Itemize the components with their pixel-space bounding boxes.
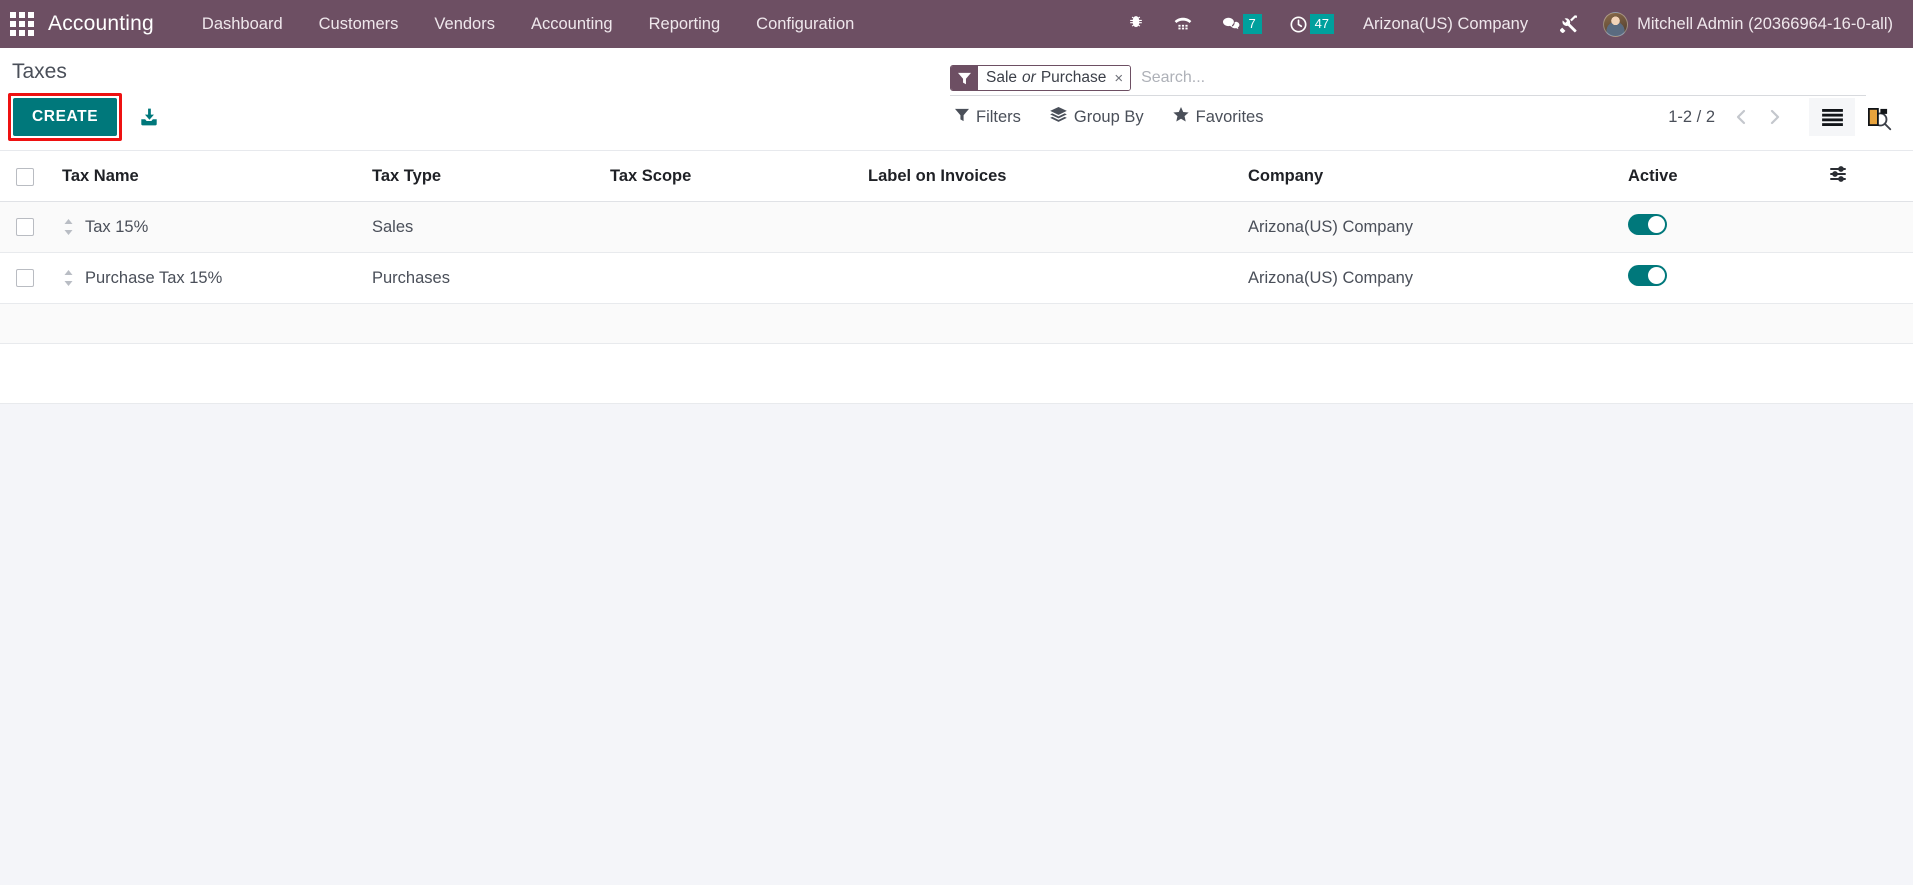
dialpad-icon[interactable]: [1159, 0, 1207, 48]
chevron-left-icon[interactable]: [1725, 105, 1757, 129]
active-toggle[interactable]: [1628, 265, 1667, 286]
cell-tax-name[interactable]: Purchase Tax 15%: [62, 252, 372, 304]
avatar: [1603, 11, 1629, 37]
activities-clock-icon[interactable]: 47: [1275, 0, 1347, 48]
star-icon: [1172, 106, 1189, 128]
messages-icon[interactable]: 7: [1207, 0, 1275, 48]
chevron-right-icon[interactable]: [1759, 105, 1791, 129]
list-view: Tax Name Tax Type Tax Scope Label on Inv…: [0, 151, 1913, 404]
search-input[interactable]: [1131, 66, 1866, 90]
filter-funnel-icon: [955, 108, 969, 127]
header-label-on-invoices[interactable]: Label on Invoices: [868, 151, 1248, 202]
header-active[interactable]: Active: [1628, 151, 1828, 202]
menu-customers[interactable]: Customers: [301, 0, 417, 48]
cell-label-on-invoices[interactable]: [868, 201, 1248, 253]
pager-and-views: 1-2 / 2: [1668, 98, 1901, 136]
tools-wrench-icon[interactable]: [1544, 0, 1593, 48]
table-filler-row: [0, 303, 1913, 344]
table-row[interactable]: Tax 15% Sales Arizona(US) Company: [0, 201, 1913, 253]
cell-tax-scope[interactable]: [610, 201, 868, 253]
cell-tax-type[interactable]: Sales: [372, 201, 610, 253]
cell-company[interactable]: Arizona(US) Company: [1248, 252, 1628, 304]
menu-dashboard[interactable]: Dashboard: [184, 0, 301, 48]
pager-counter: 1-2 / 2: [1668, 107, 1715, 126]
table-header-row: Tax Name Tax Type Tax Scope Label on Inv…: [0, 151, 1913, 202]
page-title: Taxes: [12, 60, 67, 83]
select-all-checkbox[interactable]: [16, 167, 34, 186]
filters-button[interactable]: Filters: [955, 108, 1021, 127]
create-button-highlight: CREATE: [8, 93, 123, 141]
drag-handle-icon[interactable]: [62, 270, 75, 286]
cell-row-options: [1828, 201, 1913, 253]
header-company[interactable]: Company: [1248, 151, 1628, 202]
user-name-label: Mitchell Admin (20366964-16-0-all): [1637, 14, 1893, 33]
cell-active: [1628, 201, 1828, 253]
column-options-icon[interactable]: [1828, 166, 1848, 187]
header-tax-scope[interactable]: Tax Scope: [610, 151, 868, 202]
row-checkbox[interactable]: [16, 218, 34, 237]
control-panel: Taxes Sale or Purchase × CREATE: [0, 48, 1913, 151]
kanban-icon[interactable]: [1855, 98, 1901, 136]
drag-handle-icon[interactable]: [62, 219, 75, 235]
user-menu[interactable]: Mitchell Admin (20366964-16-0-all): [1593, 11, 1899, 37]
select-all-cell: [0, 151, 62, 202]
cell-tax-name[interactable]: Tax 15%: [62, 201, 372, 253]
header-tax-type[interactable]: Tax Type: [372, 151, 610, 202]
facet-prefix: Sale: [986, 69, 1018, 86]
cell-tax-name-value: Tax 15%: [85, 217, 149, 236]
active-toggle[interactable]: [1628, 214, 1667, 235]
company-switcher[interactable]: Arizona(US) Company: [1347, 15, 1544, 34]
favorites-button[interactable]: Favorites: [1172, 106, 1264, 128]
filters-label: Filters: [976, 107, 1021, 126]
menu-configuration[interactable]: Configuration: [738, 0, 872, 48]
app-brand-accounting[interactable]: Accounting: [44, 12, 184, 36]
row-select-cell: [0, 201, 62, 253]
facet-suffix: Purchase: [1040, 69, 1107, 86]
searchview: Sale or Purchase ×: [950, 65, 1866, 96]
row-checkbox[interactable]: [16, 269, 34, 288]
group-by-button[interactable]: Group By: [1050, 107, 1144, 127]
list-icon[interactable]: [1809, 98, 1855, 136]
menu-accounting[interactable]: Accounting: [513, 0, 631, 48]
layers-icon: [1050, 107, 1067, 127]
control-panel-bottom-row: CREATE Filters Group By Favorites 1-2 / …: [0, 93, 1913, 150]
apps-grid-icon[interactable]: [0, 0, 44, 48]
cell-tax-name-value: Purchase Tax 15%: [85, 268, 223, 287]
facet-conjunction: or: [1022, 69, 1036, 86]
navbar-systray: 7 47 Arizona(US) Company Mitchell Admin …: [1113, 0, 1913, 48]
column-options-cell: [1828, 151, 1913, 202]
header-tax-name[interactable]: Tax Name: [62, 151, 372, 202]
cell-tax-type[interactable]: Purchases: [372, 252, 610, 304]
close-icon[interactable]: ×: [1111, 70, 1123, 87]
cell-label-on-invoices[interactable]: [868, 252, 1248, 304]
taxes-table: Tax Name Tax Type Tax Scope Label on Inv…: [0, 151, 1913, 404]
cell-tax-scope[interactable]: [610, 252, 868, 304]
table-tail-row: [0, 343, 1913, 404]
menu-reporting[interactable]: Reporting: [631, 0, 739, 48]
filter-funnel-icon: [951, 66, 978, 90]
search-dropdown-buttons: Filters Group By Favorites: [955, 106, 1264, 128]
import-icon[interactable]: [138, 106, 160, 128]
top-navbar: Accounting Dashboard Customers Vendors A…: [0, 0, 1913, 48]
menu-vendors[interactable]: Vendors: [416, 0, 513, 48]
table-row[interactable]: Purchase Tax 15% Purchases Arizona(US) C…: [0, 252, 1913, 304]
view-switcher: [1809, 98, 1901, 136]
cell-active: [1628, 252, 1828, 304]
create-button[interactable]: CREATE: [13, 98, 118, 136]
search-facet-label: Sale or Purchase ×: [978, 66, 1131, 90]
cell-row-options: [1828, 252, 1913, 304]
row-select-cell: [0, 252, 62, 304]
favorites-label: Favorites: [1195, 107, 1264, 126]
activities-badge: 47: [1309, 14, 1335, 34]
group-by-label: Group By: [1073, 107, 1144, 126]
messages-badge: 7: [1242, 14, 1262, 34]
search-facet-sale-or-purchase[interactable]: Sale or Purchase ×: [950, 65, 1132, 91]
bug-icon[interactable]: [1113, 0, 1159, 48]
cell-company[interactable]: Arizona(US) Company: [1248, 201, 1628, 253]
